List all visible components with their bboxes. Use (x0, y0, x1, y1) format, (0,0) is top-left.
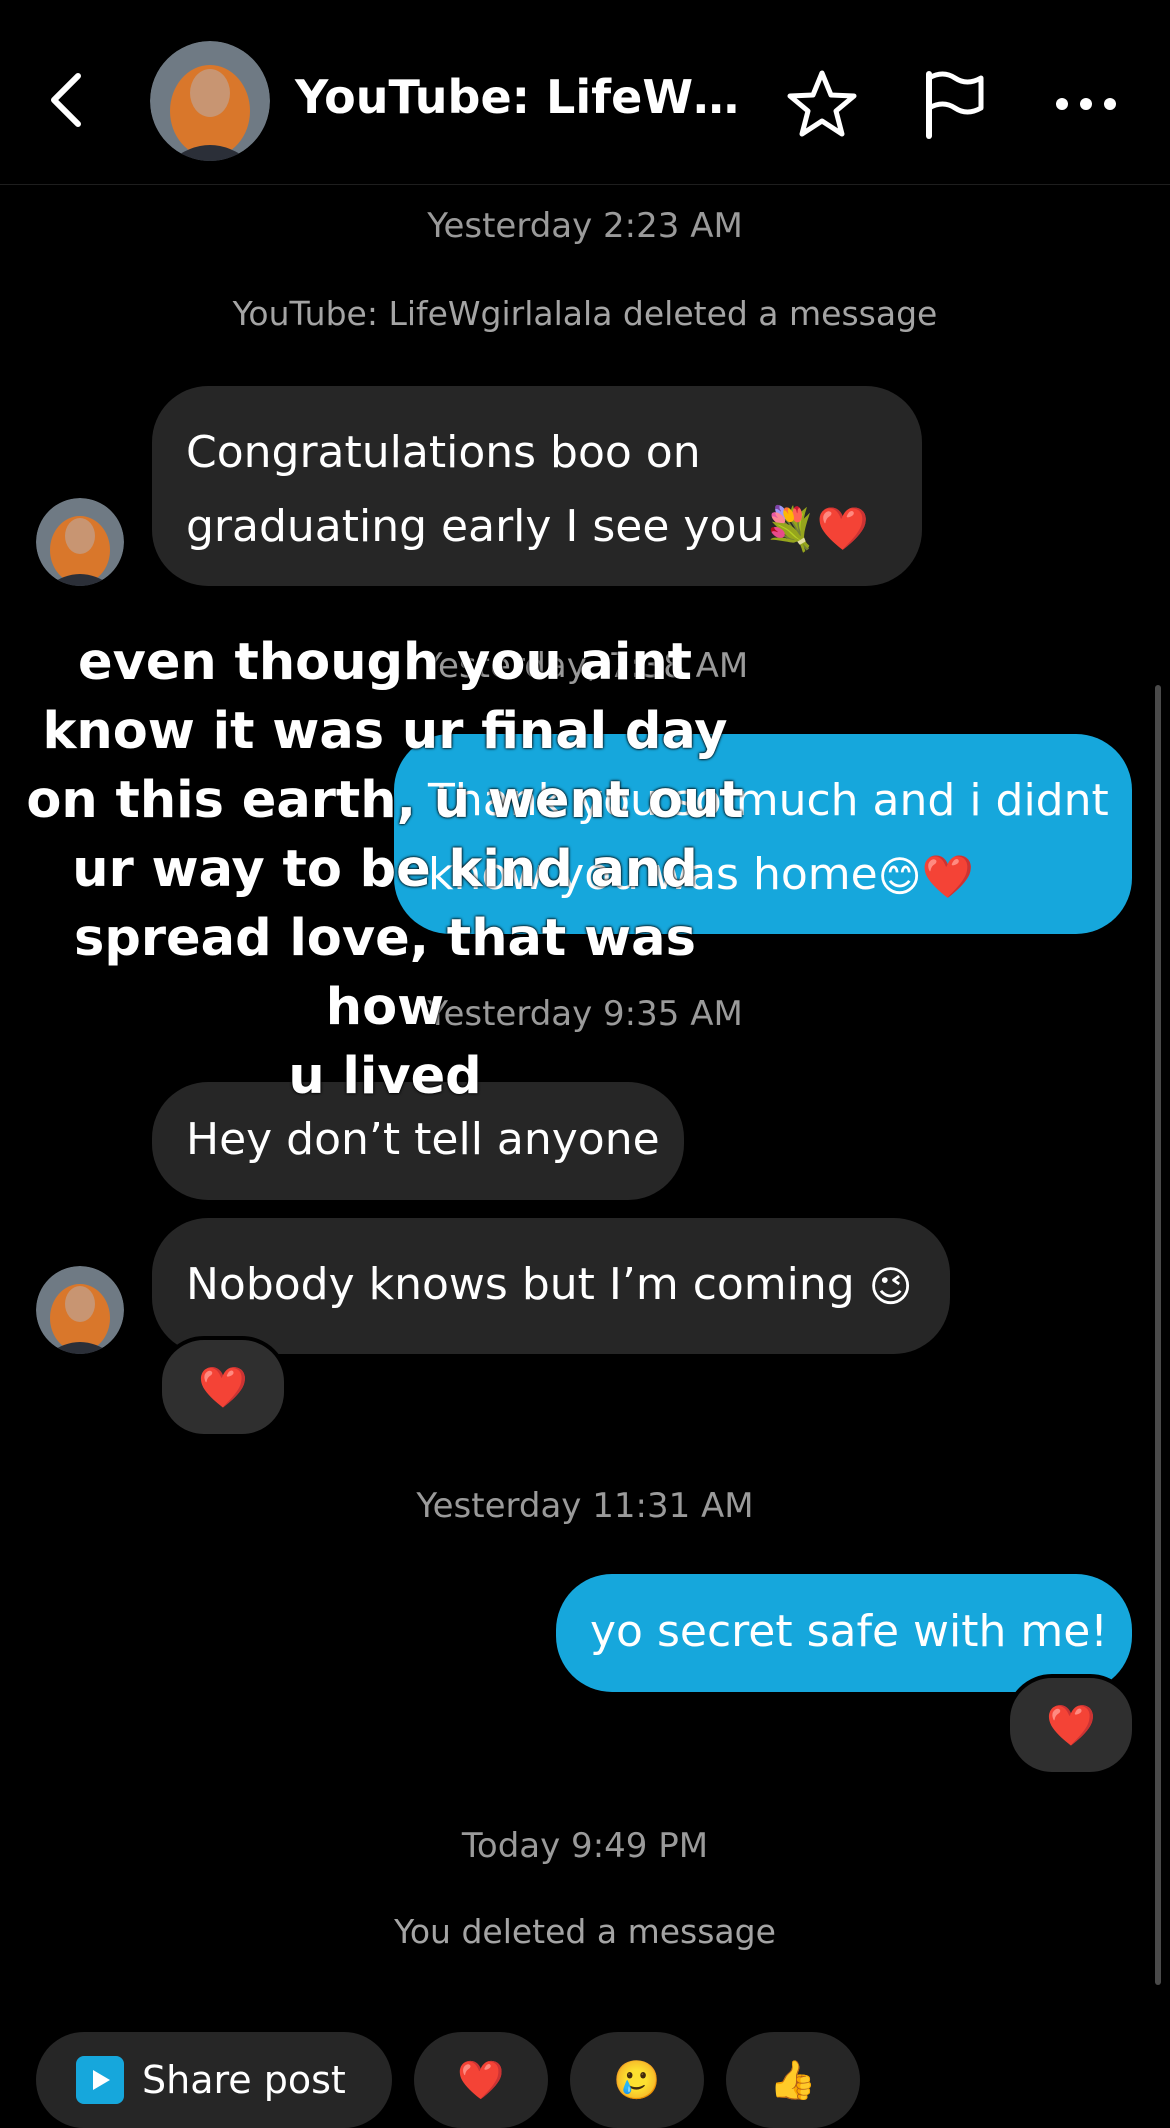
message-text: Congratulations boo on graduating early … (186, 427, 765, 552)
incoming-message[interactable]: Nobody knows but I’m coming 😉 (152, 1218, 950, 1354)
quick-heart-button[interactable]: ❤️ (414, 2032, 548, 2128)
quick-thumbs-button[interactable]: 👍 (726, 2032, 860, 2128)
message-reaction[interactable]: ❤️ (1006, 1674, 1136, 1776)
message-text: yo secret safe with me! (590, 1606, 1108, 1657)
report-button[interactable] (916, 66, 992, 142)
system-message: YouTube: LifeWgirlalala deleted a messag… (232, 294, 938, 333)
message-emoji: 💐❤️ (764, 504, 869, 553)
message-emoji: 😊❤️ (877, 852, 974, 901)
chat-header: YouTube: LifeW… (0, 0, 1170, 185)
contact-avatar-small[interactable] (36, 1266, 124, 1354)
timestamp: Yesterday 11:31 AM (416, 1486, 754, 1526)
flag-icon (926, 71, 984, 139)
back-button[interactable] (36, 60, 96, 140)
system-message: You deleted a message (394, 1912, 776, 1951)
more-icon (1056, 98, 1116, 110)
scrollbar[interactable] (1155, 685, 1161, 1985)
contact-name[interactable]: YouTube: LifeW… (295, 70, 739, 124)
overlay-caption: even though you aint know it was ur fina… (26, 633, 744, 1106)
share-post-icon (76, 2056, 124, 2104)
quick-blush-button[interactable]: 🥲 (570, 2032, 704, 2128)
message-emoji: 😉 (868, 1262, 913, 1311)
share-post-label: Share post (142, 2058, 346, 2102)
more-options-button[interactable] (1048, 66, 1124, 142)
share-post-button[interactable]: Share post (36, 2032, 392, 2128)
back-chevron-icon (51, 73, 81, 127)
star-icon (787, 70, 857, 137)
timestamp: Yesterday 2:23 AM (427, 206, 743, 246)
message-reaction[interactable]: ❤️ (158, 1336, 288, 1438)
message-text: Hey don’t tell anyone (186, 1114, 660, 1165)
timestamp: Today 9:49 PM (461, 1826, 709, 1866)
message-text: Nobody knows but I’m coming (186, 1259, 855, 1310)
contact-avatar[interactable] (150, 41, 270, 161)
contact-avatar-small[interactable] (36, 498, 124, 586)
favorite-button[interactable] (784, 66, 860, 142)
incoming-message[interactable]: Congratulations boo on graduating early … (152, 386, 922, 586)
